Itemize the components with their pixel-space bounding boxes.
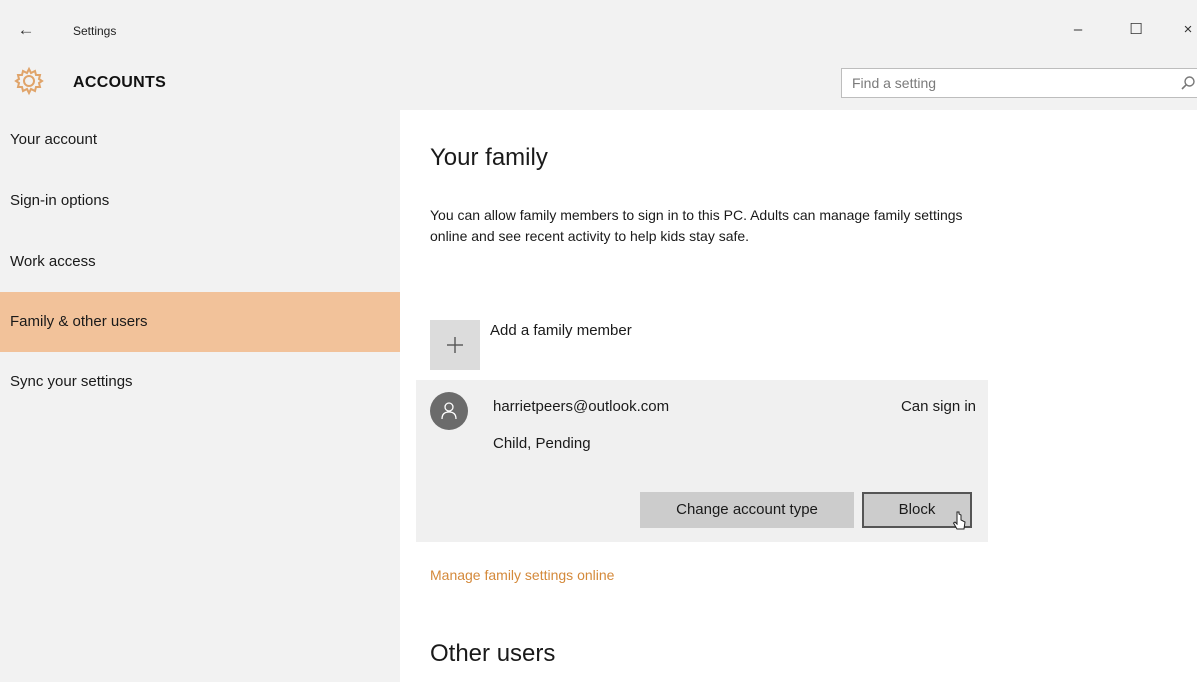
person-icon (441, 402, 457, 420)
sidebar-item-family-other-users[interactable]: Family & other users (0, 292, 400, 352)
sidebar-item-sync-settings[interactable]: Sync your settings (0, 352, 400, 412)
member-role: Child, Pending (493, 435, 591, 452)
mouse-cursor-icon (952, 511, 966, 530)
close-button[interactable]: × (1174, 18, 1197, 42)
page-header: ACCOUNTS (0, 58, 1197, 110)
page-title: ACCOUNTS (73, 74, 167, 91)
search-input[interactable] (842, 69, 1172, 97)
family-member-card[interactable]: harrietpeers@outlook.com Child, Pending … (416, 380, 988, 542)
your-family-heading: Your family (430, 144, 548, 171)
sidebar: Your account Sign-in options Work access… (0, 110, 400, 682)
maximize-button[interactable]: ☐ (1122, 18, 1150, 42)
search-box[interactable] (841, 68, 1197, 98)
back-button[interactable]: ← (14, 20, 38, 40)
member-status: Can sign in (900, 398, 976, 415)
minimize-button[interactable]: – (1064, 18, 1092, 42)
plus-icon (447, 337, 463, 353)
add-family-member-button[interactable]: Add a family member (430, 320, 830, 370)
gear-icon (14, 66, 44, 96)
change-account-type-button[interactable]: Change account type (640, 492, 854, 528)
title-bar: ← Settings – ☐ × (0, 0, 1197, 58)
add-tile[interactable] (430, 320, 480, 370)
avatar (430, 392, 468, 430)
main-content: Your family You can allow family members… (400, 110, 1197, 682)
sidebar-item-your-account[interactable]: Your account (0, 110, 400, 170)
member-email: harrietpeers@outlook.com (493, 398, 670, 415)
search-icon[interactable] (1180, 75, 1196, 91)
add-family-member-label: Add a family member (490, 322, 632, 339)
window-title: Settings (73, 24, 117, 38)
family-description: You can allow family members to sign in … (430, 207, 963, 244)
sidebar-item-work-access[interactable]: Work access (0, 232, 400, 292)
manage-family-settings-link[interactable]: Manage family settings online (430, 567, 614, 583)
other-users-heading: Other users (430, 640, 556, 667)
sidebar-item-sign-in-options[interactable]: Sign-in options (0, 171, 400, 231)
